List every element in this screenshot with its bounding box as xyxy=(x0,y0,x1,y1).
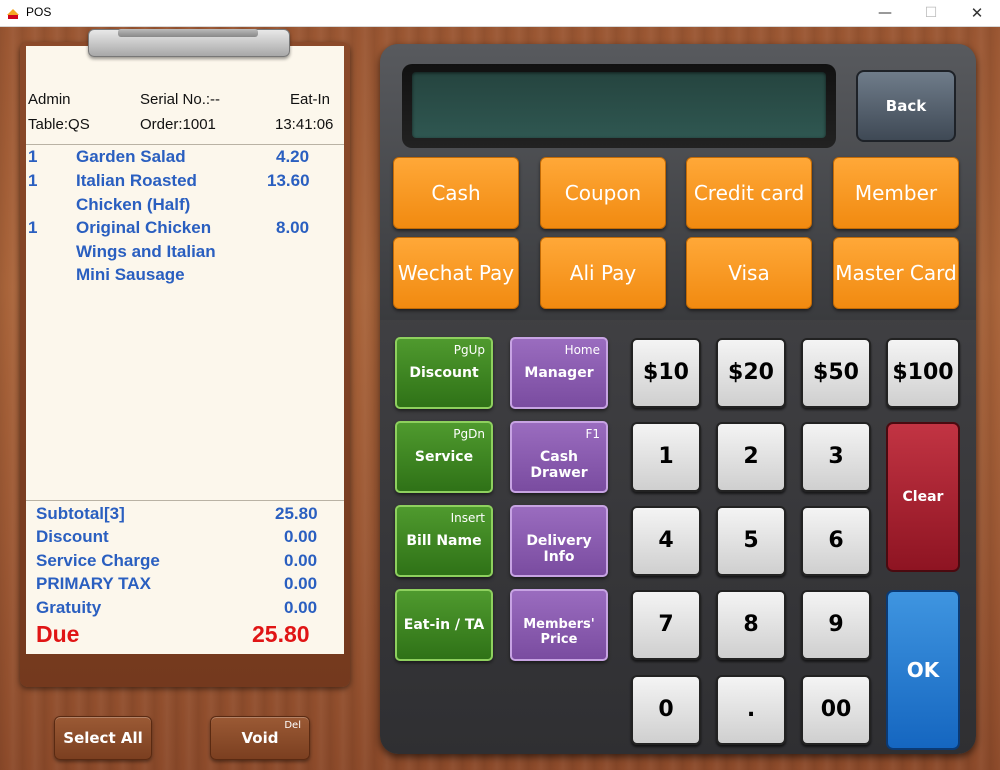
members-price-button-label: Members' Price xyxy=(523,617,595,647)
digit-2-key[interactable]: 2 xyxy=(716,422,786,492)
digit-1-key[interactable]: 1 xyxy=(631,422,701,492)
digit-6-key[interactable]: 6 xyxy=(801,506,871,576)
service-charge-value: 0.00 xyxy=(284,551,318,570)
discount-shortcut-hint: PgUp xyxy=(453,343,485,357)
pos-app-icon xyxy=(7,9,19,19)
digit-4-key[interactable]: 4 xyxy=(631,506,701,576)
receipt-mode: Eat-In xyxy=(290,91,331,108)
subtotal-label: Subtotal[3] xyxy=(36,504,125,523)
digit-3-key[interactable]: 3 xyxy=(801,422,871,492)
ali-pay-button[interactable]: Ali Pay xyxy=(540,237,666,309)
discount-button-label: Discount xyxy=(409,365,479,381)
select-all-label: Select All xyxy=(63,729,143,747)
bill-name-button[interactable]: Insert Bill Name xyxy=(395,505,493,577)
bill-name-button-label: Bill Name xyxy=(406,533,482,549)
manager-button[interactable]: Home Manager xyxy=(510,337,608,409)
manager-button-label: Manager xyxy=(524,365,594,381)
gratuity-label: Gratuity xyxy=(36,598,102,617)
back-button[interactable]: Back xyxy=(856,70,956,142)
subtotal-value: 25.80 xyxy=(275,504,318,523)
discount-label: Discount xyxy=(36,527,109,546)
item-qty: 1 xyxy=(28,171,38,190)
quick-cash-50-button[interactable]: $50 xyxy=(801,338,871,408)
discount-button[interactable]: PgUp Discount xyxy=(395,337,493,409)
cash-button[interactable]: Cash xyxy=(393,157,519,229)
clipboard-clip-top xyxy=(118,29,258,37)
maximize-button[interactable]: ☐ xyxy=(908,0,954,26)
double-zero-key[interactable]: 00 xyxy=(801,675,871,745)
title-bar: POS — ☐ ✕ xyxy=(0,0,1000,27)
members-price-button[interactable]: Members' Price xyxy=(510,589,608,661)
item-qty: 1 xyxy=(28,147,38,166)
item-qty: 1 xyxy=(28,218,38,237)
coupon-button[interactable]: Coupon xyxy=(540,157,666,229)
cash-drawer-shortcut-hint: F1 xyxy=(585,427,600,441)
ok-button[interactable]: OK xyxy=(886,590,960,750)
void-shortcut-hint: Del xyxy=(284,720,301,731)
digit-8-key[interactable]: 8 xyxy=(716,590,786,660)
manager-shortcut-hint: Home xyxy=(564,343,600,357)
receipt-user: Admin xyxy=(28,91,71,108)
service-shortcut-hint: PgDn xyxy=(453,427,485,441)
quick-cash-20-button[interactable]: $20 xyxy=(716,338,786,408)
due-label: Due xyxy=(36,621,80,647)
service-button[interactable]: PgDn Service xyxy=(395,421,493,493)
clear-button[interactable]: Clear xyxy=(886,422,960,572)
digit-9-key[interactable]: 9 xyxy=(801,590,871,660)
service-button-label: Service xyxy=(414,449,474,465)
due-value: 25.80 xyxy=(252,621,310,647)
decimal-point-key[interactable]: . xyxy=(716,675,786,745)
cash-drawer-button[interactable]: F1 Cash Drawer xyxy=(510,421,608,493)
select-all-button[interactable]: Select All xyxy=(54,716,152,760)
credit-card-button[interactable]: Credit card xyxy=(686,157,812,229)
bill-name-shortcut-hint: Insert xyxy=(450,511,485,525)
receipt-table: Table:QS xyxy=(28,116,90,133)
cash-drawer-button-label: Cash Drawer xyxy=(530,449,588,481)
wechat-pay-button[interactable]: Wechat Pay xyxy=(393,237,519,309)
quick-cash-10-button[interactable]: $10 xyxy=(631,338,701,408)
tax-label: PRIMARY TAX xyxy=(36,574,151,593)
receipt-time: 13:41:06 xyxy=(275,116,334,133)
receipt-totals-divider xyxy=(26,500,344,501)
gratuity-value: 0.00 xyxy=(284,598,318,617)
digit-7-key[interactable]: 7 xyxy=(631,590,701,660)
item-name: Italian Roasted Chicken (Half) xyxy=(76,171,197,214)
item-name: Garden Salad xyxy=(76,147,186,166)
delivery-info-button-label: Delivery Info xyxy=(526,533,592,565)
master-card-button[interactable]: Master Card xyxy=(833,237,959,309)
service-charge-label: Service Charge xyxy=(36,551,160,570)
receipt-serial: Serial No.:-- xyxy=(140,91,221,108)
void-label: Void xyxy=(241,729,279,747)
member-button[interactable]: Member xyxy=(833,157,959,229)
digit-5-key[interactable]: 5 xyxy=(716,506,786,576)
amount-display xyxy=(412,72,826,138)
item-price: 13.60 xyxy=(267,171,310,190)
receipt-order: Order:1001 xyxy=(140,116,216,133)
visa-button[interactable]: Visa xyxy=(686,237,812,309)
quick-cash-100-button[interactable]: $100 xyxy=(886,338,960,408)
minimize-button[interactable]: — xyxy=(862,0,908,26)
digit-0-key[interactable]: 0 xyxy=(631,675,701,745)
window-title: POS xyxy=(26,5,52,19)
item-price: 8.00 xyxy=(276,218,310,237)
item-name: Original Chicken Wings and Italian Mini … xyxy=(76,218,216,284)
close-button[interactable]: ✕ xyxy=(954,0,1000,26)
item-price: 4.20 xyxy=(276,147,310,166)
eat-in-ta-button[interactable]: Eat-in / TA xyxy=(395,589,493,661)
delivery-info-button[interactable]: Delivery Info xyxy=(510,505,608,577)
tax-value: 0.00 xyxy=(284,574,318,593)
void-button[interactable]: Void Del xyxy=(210,716,310,760)
discount-value: 0.00 xyxy=(284,527,318,546)
eat-in-ta-button-label: Eat-in / TA xyxy=(403,617,485,633)
